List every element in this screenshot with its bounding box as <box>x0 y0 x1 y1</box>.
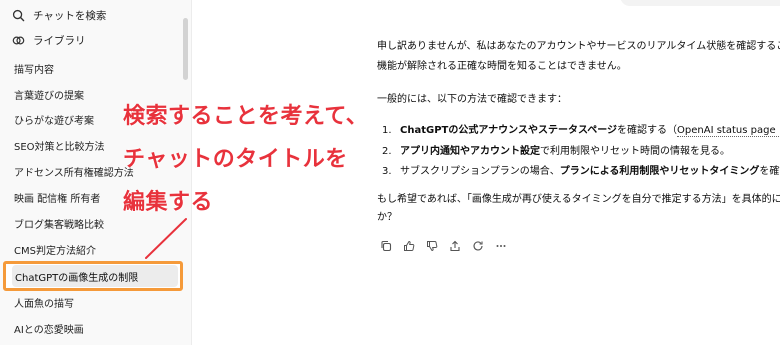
thumbs-down-icon <box>427 241 438 252</box>
status-page-link[interactable]: OpenAI status page ↗ <box>677 125 780 137</box>
chat-item[interactable]: AIとの恋愛映画 <box>8 316 180 340</box>
copy-icon <box>381 240 392 252</box>
assistant-message-text: 機能が解除される正確な時間を知ることはできません。 <box>377 61 627 72</box>
list-number: 3. <box>382 166 392 177</box>
list-text: で利用制限やリセット時間の情報を見る。 <box>540 146 730 157</box>
chat-title-rename-input[interactable] <box>12 265 178 287</box>
regenerate-icon <box>473 241 483 251</box>
list-number: 1. <box>382 125 392 136</box>
list-item: 2. アプリ内通知やアカウント設定で利用制限やリセット時間の情報を見る。 <box>382 145 780 159</box>
list-text: を確認する <box>759 166 780 177</box>
list-item: 3. サブスクリプションプランの場合、プランによる利用制限やリセットタイミングを確… <box>382 165 780 179</box>
chat-item[interactable]: 人面魚の描写 <box>8 290 180 314</box>
good-response-button[interactable] <box>402 239 416 253</box>
share-icon <box>450 240 460 252</box>
chat-item-label: AIとの恋愛映画 <box>14 324 84 336</box>
assistant-message-text: もし希望であれば、「画像生成が再び使えるタイミングを自分で推定する方法」を具体的… <box>377 194 780 205</box>
bad-response-button[interactable] <box>425 239 439 253</box>
library-icon <box>12 36 25 44</box>
annotation-text: チャットのタイトルを <box>123 147 348 172</box>
search-icon <box>12 9 25 21</box>
chat-item-label: ブログ集客戦略比較 <box>14 219 104 231</box>
chat-item-label: アドセンス所有権確認方法 <box>14 167 134 179</box>
message-actions <box>379 239 508 253</box>
chat-item-label: 映画 配信権 所有者 <box>14 193 101 205</box>
search-chats-button[interactable]: チャットを検索 <box>8 2 180 28</box>
list-text: サブスクリプションプランの場合、 <box>400 166 560 177</box>
list-number: 2. <box>382 146 392 157</box>
app-window: チャットを検索 ライブラリ 描写内容 言葉遊びの提案 ひらがな遊び考案 SEO対… <box>0 0 780 345</box>
share-button[interactable] <box>448 239 462 253</box>
library-button[interactable]: ライブラリ <box>8 27 180 53</box>
more-button[interactable] <box>494 239 508 253</box>
list-text: を確認する（ <box>617 125 678 136</box>
chat-item[interactable]: 描写内容 <box>8 56 180 80</box>
chat-item-label: CMS判定方法紹介 <box>14 245 96 257</box>
chat-item-label: SEO対策と比較方法 <box>14 141 105 153</box>
list-bold-text: アプリ内通知やアカウント設定 <box>400 146 540 157</box>
assistant-message-text: 申し訳ありませんが、私はあなたのアカウントやサービスのリアルタイム状態を確認する… <box>377 41 780 52</box>
chat-item-editing[interactable] <box>3 261 183 291</box>
list-item: 1. ChatGPTの公式アナウンスやステータスページを確認する（OpenAI s… <box>382 124 780 138</box>
sidebar-scrollbar[interactable] <box>183 18 188 80</box>
annotation-text: 検索することを考えて、 <box>123 104 369 129</box>
list-bold-text: ChatGPTの公式アナウンスやステータスページ <box>400 125 618 136</box>
regenerate-button[interactable] <box>471 239 485 253</box>
chat-item[interactable]: CMS判定方法紹介 <box>8 237 180 261</box>
library-label: ライブラリ <box>33 34 86 47</box>
chat-item-label: 描写内容 <box>14 64 54 76</box>
thumbs-up-icon <box>404 240 415 251</box>
more-icon <box>496 245 506 247</box>
chat-item-label: 人面魚の描写 <box>14 298 74 310</box>
list-bold-text: プランによる利用制限やリセットタイミング <box>559 166 760 177</box>
chat-item-label: 言葉遊びの提案 <box>14 90 84 102</box>
user-message-bubble <box>620 0 780 6</box>
annotation-text: 編集する <box>123 190 214 215</box>
assistant-message-text: か？ <box>377 212 397 223</box>
search-chats-label: チャットを検索 <box>33 9 107 22</box>
chat-item-label: ひらがな遊び考案 <box>14 115 94 127</box>
copy-button[interactable] <box>379 239 393 253</box>
assistant-message-text: 一般的には、以下の方法で確認できます： <box>377 94 567 105</box>
